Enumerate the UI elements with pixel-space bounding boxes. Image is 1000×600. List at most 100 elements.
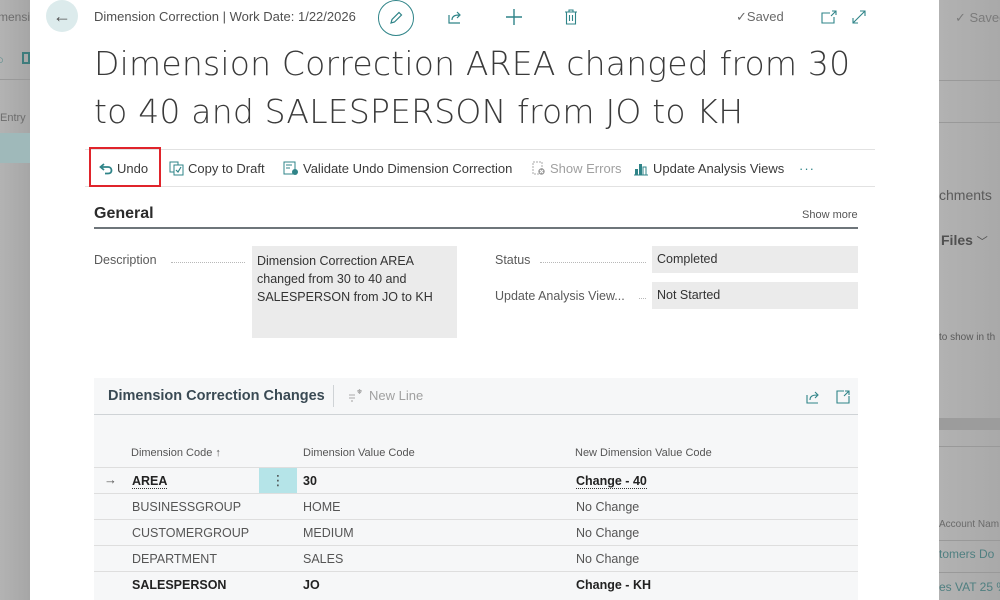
general-section-divider (94, 227, 858, 229)
update-analysis-views-label: Update Analysis Views (653, 161, 785, 176)
dimension-code-cell: BUSINESSGROUP (132, 500, 242, 514)
background-divider (939, 80, 1000, 81)
delete-button[interactable] (560, 6, 582, 28)
background-band (939, 418, 1000, 430)
description-label: Description (94, 253, 157, 267)
update-analysis-view-field[interactable]: Not Started (652, 282, 858, 309)
plus-icon (506, 9, 522, 25)
table-row[interactable]: BUSINESSGROUP HOME No Change (94, 493, 858, 519)
expand-icon (852, 10, 866, 24)
background-entry-fragment: Entry (0, 112, 26, 124)
dimension-value-code-cell: SALES (303, 552, 344, 566)
open-new-window-icon (821, 10, 837, 24)
vertical-ellipsis-icon: ⋮ (271, 472, 285, 488)
dimension-value-code-cell: HOME (303, 500, 341, 514)
share-icon (806, 391, 819, 404)
table-row[interactable]: SALESPERSON JO Change - KH (94, 571, 858, 597)
background-divider (939, 540, 1000, 541)
share-icon (448, 11, 461, 24)
new-dimension-value-code-cell[interactable]: Change - 40 (576, 474, 647, 489)
expand-icon (836, 390, 850, 404)
background-selected-row (0, 133, 30, 163)
dimension-correction-dialog: ← Dimension Correction | Work Date: 1/22… (30, 0, 939, 600)
table-row[interactable]: → AREA ⋮ 30 Change - 40 (94, 467, 858, 493)
undo-icon (99, 162, 113, 175)
share-button[interactable] (444, 6, 466, 28)
dimension-value-code-cell: MEDIUM (303, 526, 354, 540)
table-row[interactable]: DEPARTMENT SALES No Change (94, 545, 858, 571)
back-button[interactable]: ← (46, 0, 78, 32)
breadcrumb: Dimension Correction | Work Date: 1/22/2… (94, 9, 356, 24)
background-title-fragment: mensi (0, 10, 30, 24)
errors-icon (532, 161, 546, 176)
more-actions-button[interactable]: ··· (799, 150, 815, 187)
background-attachments-fragment: chments (939, 187, 992, 203)
show-more-link[interactable]: Show more (802, 209, 858, 221)
update-analysis-view-label: Update Analysis View... (495, 289, 625, 303)
dimension-value-code-cell: JO (303, 578, 320, 592)
validate-icon (283, 161, 299, 176)
background-files-label: Files (941, 232, 973, 248)
background-divider (939, 572, 1000, 573)
background-empty-message: to show in th (939, 332, 996, 343)
subpage-share-button[interactable] (804, 388, 822, 406)
undo-action[interactable]: Undo (99, 150, 148, 187)
new-dimension-value-code-cell: No Change (576, 526, 640, 540)
new-dimension-value-code-cell: No Change (576, 500, 640, 514)
status-field[interactable]: Completed (652, 246, 858, 273)
open-new-window-button[interactable] (818, 6, 840, 28)
new-line-label: New Line (369, 388, 424, 403)
show-errors-action[interactable]: Show Errors (532, 150, 622, 187)
update-analysis-dots (639, 298, 646, 299)
current-row-arrow-icon: → (104, 472, 117, 487)
analysis-icon (633, 161, 649, 176)
background-files-fragment: Files ﹀ (941, 232, 988, 249)
copy-to-draft-label: Copy to Draft (188, 161, 265, 176)
background-account-row: tomers Do (939, 547, 995, 561)
validate-undo-action[interactable]: Validate Undo Dimension Correction (283, 150, 512, 187)
chevron-down-icon: ﹀ (976, 236, 988, 248)
dimension-code-cell: CUSTOMERGROUP (132, 526, 250, 540)
action-bar: Undo Copy to Draft Validate Undo Dimensi… (85, 147, 875, 187)
more-icon: ··· (799, 161, 815, 176)
status-dots (540, 262, 646, 263)
new-line-icon (349, 388, 362, 402)
validate-undo-label: Validate Undo Dimension Correction (303, 161, 513, 176)
table-row[interactable]: CUSTOMERGROUP MEDIUM No Change (94, 519, 858, 545)
trash-icon (565, 9, 577, 25)
background-account-row: es VAT 25 % (939, 580, 1000, 594)
dimension-code-cell[interactable]: AREA (132, 474, 168, 489)
dimension-value-code-cell: 30 (303, 474, 317, 488)
background-saved-status: ✓ Saved (955, 10, 1000, 25)
copy-to-draft-action[interactable]: Copy to Draft (169, 150, 265, 187)
copy-draft-icon (169, 161, 184, 176)
background-page-left: mensi ○ Entry (0, 0, 30, 600)
back-arrow-icon: ← (53, 5, 71, 26)
column-header-dimension-value-code[interactable]: Dimension Value Code (303, 447, 415, 459)
show-errors-label: Show Errors (550, 161, 622, 176)
column-header-dimension-code[interactable]: Dimension Code ↑ (131, 447, 221, 459)
subpage-header: Dimension Correction Changes New Line (94, 378, 858, 415)
dimension-code-cell: SALESPERSON (132, 578, 227, 592)
new-dimension-value-code-cell: No Change (576, 552, 640, 566)
column-header-new-dimension-value-code[interactable]: New Dimension Value Code (575, 447, 712, 459)
background-divider (939, 446, 1000, 447)
pencil-icon (390, 11, 403, 24)
expand-button[interactable] (848, 6, 870, 28)
subpage-expand-button[interactable] (834, 388, 852, 406)
update-analysis-views-action[interactable]: Update Analysis Views (633, 150, 784, 187)
description-dots (171, 262, 245, 263)
new-dimension-value-code-cell: Change - KH (576, 578, 651, 592)
description-field[interactable]: Dimension Correction AREA changed from 3… (252, 246, 457, 338)
edit-button[interactable] (378, 0, 414, 36)
new-button[interactable] (503, 6, 525, 28)
background-page-right: ✓ Saved chments Files ﹀ to show in th Ac… (939, 0, 1000, 600)
dialog-header: ← Dimension Correction | Work Date: 1/22… (30, 0, 939, 36)
row-actions-menu-button[interactable]: ⋮ (259, 468, 297, 493)
background-search-icon: ○ (0, 52, 4, 67)
general-section-title: General (94, 205, 154, 222)
dimension-code-cell: DEPARTMENT (132, 552, 217, 566)
undo-label: Undo (117, 161, 149, 176)
background-account-header: Account Nam (939, 519, 1000, 530)
new-line-button[interactable]: New Line (348, 388, 423, 403)
